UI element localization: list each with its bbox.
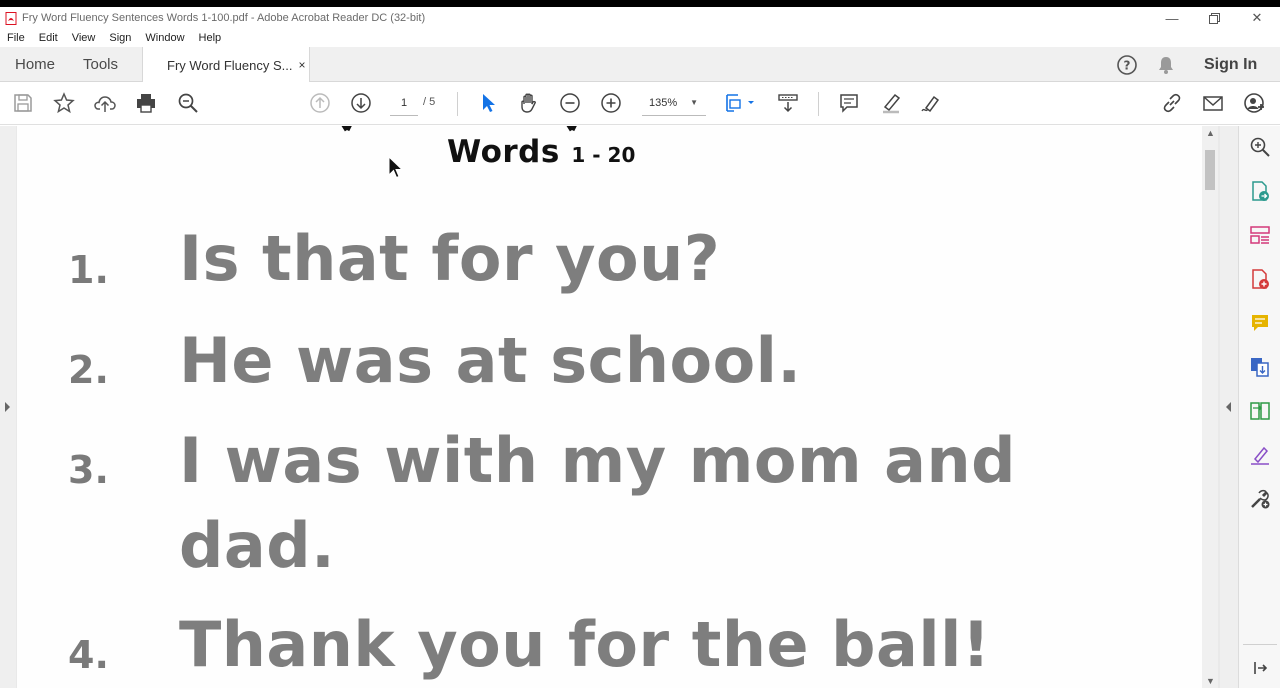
top-edge <box>0 0 1280 7</box>
bell-icon[interactable] <box>1156 47 1176 82</box>
page-total: / 5 <box>423 96 436 108</box>
scrollbar-thumb[interactable] <box>1205 150 1215 190</box>
zoom-level-dropdown[interactable]: 135% ▼ <box>642 94 706 116</box>
save-icon[interactable] <box>11 91 35 115</box>
sentence-number: 4. <box>68 633 109 677</box>
organize-pages-icon[interactable] <box>1248 223 1272 247</box>
menu-file[interactable]: File <box>0 32 32 44</box>
email-icon[interactable] <box>1201 91 1225 115</box>
more-tools-icon[interactable] <box>1248 487 1272 511</box>
sentence-number: 3. <box>68 448 109 492</box>
sign-pen-icon[interactable] <box>919 91 943 115</box>
menu-bar: File Edit View Sign Window Help <box>0 29 1280 47</box>
svg-text:?: ? <box>1124 58 1131 72</box>
tab-document-label: Fry Word Fluency S... <box>167 57 293 73</box>
help-icon[interactable]: ? <box>1116 47 1138 82</box>
share-people-icon[interactable] <box>1242 91 1266 115</box>
fit-page-icon[interactable] <box>724 91 758 115</box>
collapse-pane-icon[interactable] <box>1248 656 1272 680</box>
sentence-number: 1. <box>68 248 109 292</box>
create-pdf-icon[interactable] <box>1248 267 1272 291</box>
search-zoom-icon[interactable] <box>176 91 200 115</box>
tools-divider <box>1243 644 1277 645</box>
combine-files-icon[interactable] <box>1248 355 1272 379</box>
sign-in-link[interactable]: Sign In <box>1204 56 1257 74</box>
sentence-text-continued: dad. <box>179 509 336 582</box>
scroll-down-icon[interactable]: ▼ <box>1206 676 1215 686</box>
heading-range: 1 - 20 <box>571 143 636 167</box>
comment-icon[interactable] <box>837 91 861 115</box>
tools-pane <box>1238 126 1280 688</box>
page-number-input[interactable]: 1 <box>390 94 418 116</box>
acrobat-app-icon <box>5 11 17 25</box>
sentence-text: Is that for you? <box>179 222 721 295</box>
compare-files-icon[interactable] <box>1248 399 1272 423</box>
sentence-text: Thank you for the ball! <box>179 608 991 681</box>
window-title: Fry Word Fluency Sentences Words 1-100.p… <box>22 12 426 24</box>
title-bar: Fry Word Fluency Sentences Words 1-100.p… <box>0 7 1280 29</box>
document-heading: Words 1 - 20 <box>447 134 635 170</box>
cloud-upload-icon[interactable] <box>93 91 117 115</box>
bookmark-star-icon[interactable] <box>52 91 76 115</box>
toolbar: 1 / 5 135% ▼ <box>0 82 1280 125</box>
mouse-pointer-icon <box>388 156 404 179</box>
fill-sign-icon[interactable] <box>1248 443 1272 467</box>
tab-document[interactable]: Fry Word Fluency S... × <box>142 47 310 83</box>
menu-edit[interactable]: Edit <box>32 32 65 44</box>
expand-left-icon <box>5 402 10 412</box>
next-page-icon[interactable] <box>349 91 373 115</box>
sentence-text: I was with my mom and <box>179 424 1016 497</box>
zoom-out-icon[interactable] <box>558 91 582 115</box>
menu-window[interactable]: Window <box>138 32 191 44</box>
pdf-page[interactable]: Words 1 - 20 1. Is that for you? 2. He w… <box>17 126 1202 688</box>
toolbar-divider <box>818 92 819 116</box>
chevron-down-icon: ▼ <box>690 98 698 107</box>
hand-tool-icon[interactable] <box>517 91 541 115</box>
scroll-up-icon[interactable]: ▲ <box>1206 128 1215 138</box>
menu-sign[interactable]: Sign <box>102 32 138 44</box>
print-icon[interactable] <box>134 91 158 115</box>
collapse-right-icon <box>1226 402 1231 412</box>
menu-view[interactable]: View <box>65 32 103 44</box>
tab-close-icon[interactable]: × <box>298 58 305 72</box>
tab-bar: Home Tools Fry Word Fluency S... × ? Sig… <box>0 47 1280 83</box>
close-icon[interactable]: ✕ <box>1235 7 1279 29</box>
tab-tools[interactable]: Tools <box>83 47 118 82</box>
minimize-icon[interactable]: — <box>1150 7 1194 29</box>
tab-home[interactable]: Home <box>15 47 55 82</box>
comment-tool-icon[interactable] <box>1248 311 1272 335</box>
heading-words: Words <box>447 134 560 170</box>
scroll-mode-icon[interactable] <box>776 91 800 115</box>
sentence-text: He was at school. <box>179 324 802 397</box>
clipped-title-fragment <box>317 126 607 132</box>
right-panel-toggle[interactable] <box>1220 126 1238 688</box>
share-link-icon[interactable] <box>1160 91 1184 115</box>
sentence-number: 2. <box>68 348 109 392</box>
export-pdf-icon[interactable] <box>1248 179 1272 203</box>
vertical-scrollbar[interactable]: ▲ ▼ <box>1202 126 1218 688</box>
zoom-in-icon[interactable] <box>599 91 623 115</box>
select-cursor-icon[interactable] <box>476 91 500 115</box>
zoom-level-value: 135% <box>649 97 678 109</box>
menu-help[interactable]: Help <box>192 32 229 44</box>
highlight-pen-icon[interactable] <box>879 91 903 115</box>
previous-page-icon[interactable] <box>308 91 332 115</box>
zoom-tool-icon[interactable] <box>1248 135 1272 159</box>
restore-icon[interactable] <box>1192 7 1236 29</box>
toolbar-divider <box>457 92 458 116</box>
document-workspace: Words 1 - 20 1. Is that for you? 2. He w… <box>0 126 1238 688</box>
left-panel-toggle[interactable] <box>0 126 16 688</box>
